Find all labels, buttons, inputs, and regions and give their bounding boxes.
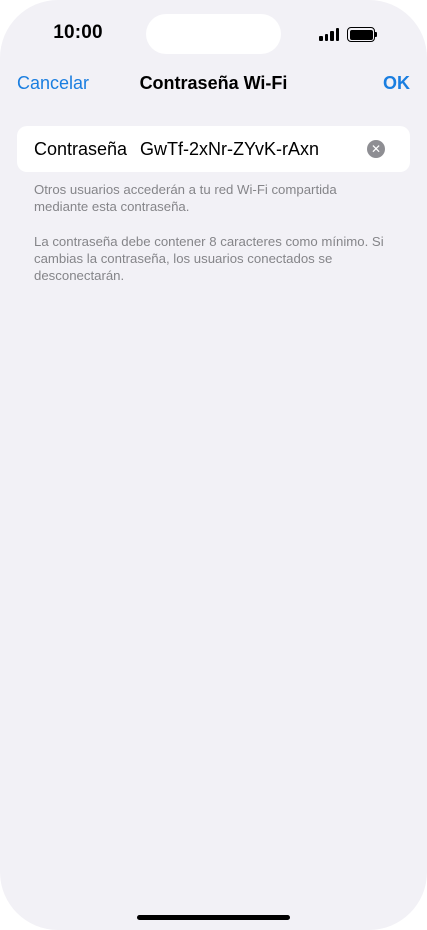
dynamic-island xyxy=(146,14,281,54)
battery-full-icon xyxy=(347,27,377,42)
phone-screen: 10:00 Cancelar Contraseña Wi-Fi OK Contr… xyxy=(0,0,427,930)
shared-network-footnote: Otros usuarios accederán a tu red Wi-Fi … xyxy=(34,182,337,214)
password-input[interactable] xyxy=(140,139,360,160)
cellular-signal-icon xyxy=(319,27,340,41)
clear-circle-icon[interactable]: ✕ xyxy=(367,140,385,158)
page-title: Contraseña Wi-Fi xyxy=(139,73,288,93)
password-label: Contraseña xyxy=(34,139,128,159)
status-time: 10:00 xyxy=(53,22,103,43)
home-indicator[interactable] xyxy=(137,915,290,920)
password-requirements-footnote: La contraseña debe contener 8 caracteres… xyxy=(34,234,384,283)
ok-button[interactable]: OK xyxy=(383,73,410,94)
password-row: Contraseña ✕ xyxy=(17,126,410,172)
